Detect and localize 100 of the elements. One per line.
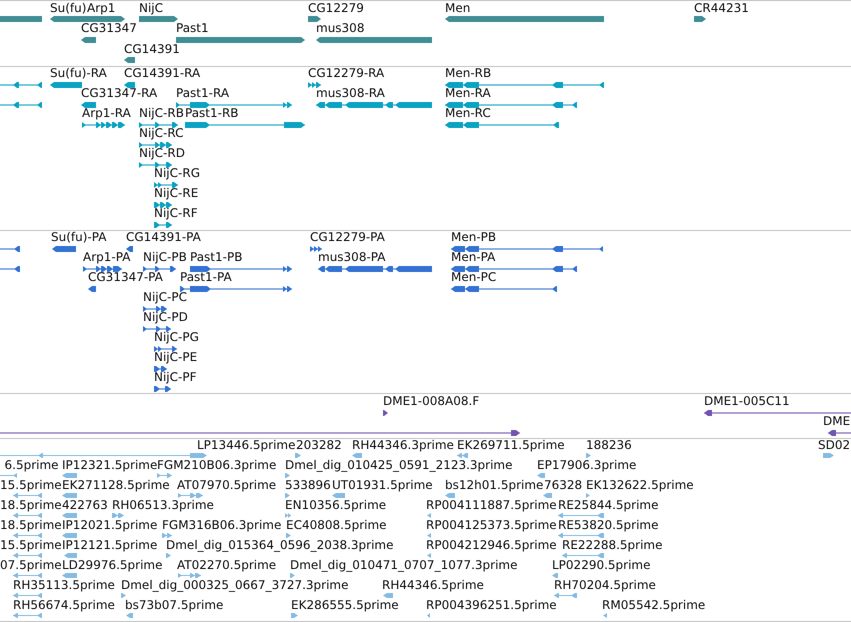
feature-label: RH06513.3prime	[112, 499, 214, 511]
feature-arrow[interactable]	[0, 246, 20, 252]
feature-arrow[interactable]	[176, 102, 292, 108]
feature-label: Men-RB	[445, 67, 492, 79]
feature-label: NijC-RB	[139, 107, 184, 119]
feature-arrow[interactable]	[143, 266, 176, 272]
feature-label: bs73b07.5prime	[125, 599, 224, 611]
feature-arrow[interactable]	[52, 246, 76, 252]
feature-label: RH44346.3prime	[352, 439, 454, 451]
feature-label: 6.5prime	[4, 459, 59, 471]
feature-label: 18.5prime	[0, 499, 62, 511]
feature-arrow[interactable]	[451, 266, 577, 272]
feature-arrow[interactable]	[310, 246, 322, 252]
feature-label: FGM210B06.3prime	[157, 459, 276, 471]
feature-arrow[interactable]	[50, 82, 82, 88]
feature-label: CR44231	[694, 2, 749, 14]
feature-label: IP12321.5prime	[62, 459, 158, 471]
feature-label: CG12279	[308, 2, 364, 14]
feature-label: 07.5prime	[0, 559, 62, 571]
feature-label: EC40808.5prime	[286, 519, 387, 531]
feature-label: RH70204.5prime	[554, 579, 656, 591]
feature-label: 76328	[544, 479, 582, 491]
feature-arrow[interactable]	[154, 182, 178, 188]
feature-label: Dmel_dig_000325_0667_3727.3prime	[121, 579, 349, 591]
feature-label: mus308-RA	[316, 87, 385, 99]
feature-label: RM05542.5prime	[602, 599, 706, 611]
feature-label: EK271128.5prime	[62, 479, 170, 491]
feature-arrow[interactable]	[445, 102, 577, 108]
feature-label: Dmel_dig_010471_0707_1077.3prime	[290, 559, 518, 571]
feature-arrow[interactable]	[83, 266, 122, 272]
feature-arrow[interactable]	[139, 142, 172, 148]
feature-arrow[interactable]	[316, 102, 432, 108]
feature-arrow[interactable]	[0, 102, 42, 108]
feature-label: RH56674.5prime	[13, 599, 115, 611]
feature-arrow[interactable]	[154, 366, 167, 372]
feature-label: LD29976.5prime	[62, 559, 163, 571]
feature-label: CG31347-RA	[81, 87, 158, 99]
feature-label: NijC-PE	[154, 351, 198, 363]
feature-label: NijC-PC	[143, 291, 187, 303]
feature-arrow[interactable]	[139, 162, 172, 168]
feature-arrow[interactable]	[704, 410, 851, 416]
feature-label: Su(fu)-RA	[50, 67, 107, 79]
feature-arrow[interactable]	[694, 16, 706, 22]
feature-label: mus308-PA	[318, 251, 386, 263]
feature-arrow[interactable]	[124, 82, 135, 88]
feature-label: Arp1-RA	[82, 107, 131, 119]
feature-arrow[interactable]	[126, 246, 133, 252]
feature-label: NijC-PG	[154, 331, 199, 343]
feature-label: IP12121.5prime	[62, 539, 158, 551]
feature-label: CG31347	[81, 22, 137, 34]
feature-label: Men-RC	[445, 107, 491, 119]
feature-arrow[interactable]	[185, 122, 305, 128]
feature-arrow[interactable]	[445, 122, 559, 128]
feature-arrow[interactable]	[0, 266, 20, 272]
feature-label: LP13446.5prime	[197, 439, 296, 451]
feature-label: Men-PC	[451, 271, 496, 283]
feature-arrow[interactable]	[451, 246, 603, 252]
feature-arrow[interactable]	[308, 16, 321, 22]
feature-arrow[interactable]	[445, 82, 604, 88]
feature-arrow[interactable]	[154, 202, 172, 208]
feature-label: DME1-008A08.F	[383, 395, 480, 407]
feature-label: RP004111887.5prime	[426, 499, 557, 511]
feature-arrow[interactable]	[0, 82, 42, 88]
feature-arrow[interactable]	[154, 346, 177, 352]
feature-label: 15.5prime	[0, 539, 62, 551]
feature-label: Arp1-PA	[83, 251, 130, 263]
feature-arrow[interactable]	[139, 16, 178, 22]
feature-label: RH44346.5prime	[382, 579, 484, 591]
feature-arrow[interactable]	[383, 410, 388, 416]
feature-label: FGM316B06.3prime	[162, 519, 282, 531]
feature-arrow[interactable]	[88, 286, 96, 292]
feature-arrow[interactable]	[308, 82, 321, 88]
feature-label: SD02	[818, 439, 850, 451]
feature-arrow[interactable]	[190, 266, 292, 272]
feature-arrow[interactable]	[143, 326, 171, 332]
feature-label: NijC-RC	[139, 127, 184, 139]
feature-arrow[interactable]	[139, 122, 178, 128]
feature-arrow[interactable]	[154, 386, 171, 392]
feature-label: NijC-PB	[143, 251, 187, 263]
feature-label: NijC-RE	[154, 187, 198, 199]
feature-arrow[interactable]	[318, 266, 432, 272]
feature-arrow[interactable]	[451, 286, 557, 292]
feature-label: UT01931.5prime	[332, 479, 433, 491]
feature-label: Past1-RB	[185, 107, 239, 119]
feature-arrow[interactable]	[124, 57, 135, 63]
feature-arrow[interactable]	[143, 306, 167, 312]
feature-label: Past1-PA	[180, 271, 232, 283]
feature-arrow[interactable]	[81, 102, 96, 108]
feature-arrow[interactable]	[82, 16, 125, 22]
feature-label: RP004125373.5prime	[426, 519, 557, 531]
feature-arrow[interactable]	[82, 122, 125, 128]
feature-label: NijC-RF	[154, 207, 198, 219]
feature-arrow[interactable]	[154, 222, 172, 228]
feature-label: Men-PB	[451, 231, 496, 243]
feature-label: EN10356.5prime	[285, 499, 386, 511]
feature-arrow[interactable]	[828, 430, 851, 436]
feature-arrow[interactable]	[180, 286, 292, 292]
feature-arrow[interactable]	[81, 36, 96, 42]
feature-arrow[interactable]	[0, 430, 520, 436]
feature-arrow[interactable]	[50, 16, 82, 22]
